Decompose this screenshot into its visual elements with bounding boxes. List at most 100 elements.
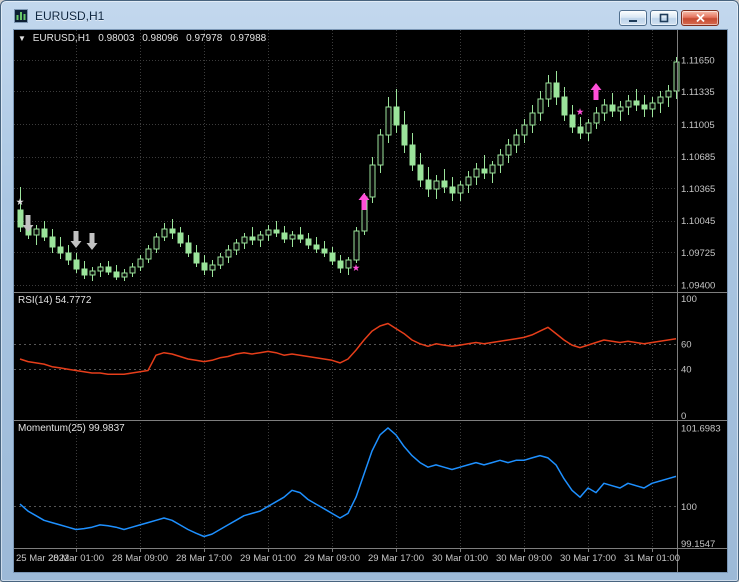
ohlc-high: 0.98096 <box>142 33 179 44</box>
ohlc-close: 0.97988 <box>230 33 267 44</box>
time-tick-label: 29 Mar 01:00 <box>240 553 296 564</box>
close-button[interactable] <box>681 10 719 26</box>
minimize-button[interactable] <box>619 10 647 26</box>
momentum-tick-label: 101.6983 <box>681 424 721 435</box>
candle-body <box>545 82 552 100</box>
minimize-icon <box>629 20 637 22</box>
maximize-button[interactable] <box>650 10 678 26</box>
candle-body <box>297 234 304 240</box>
chart-plot[interactable]: ★★★1.116501.113351.110051.106851.103651.… <box>14 30 727 572</box>
candle-body <box>633 100 640 106</box>
price-tick-label: 1.10685 <box>681 152 715 163</box>
candle-body <box>137 258 144 268</box>
rsi-tick-label: 40 <box>681 365 692 376</box>
momentum-tick-label: 100 <box>681 502 697 513</box>
candle-body <box>449 186 456 194</box>
candle-body <box>81 268 88 276</box>
candle-body <box>433 180 440 190</box>
candle-body <box>129 266 136 274</box>
price-tick-label: 1.10365 <box>681 184 715 195</box>
window-titlebar[interactable]: EURUSD,H1 <box>1 1 738 30</box>
candles-layer <box>17 57 680 281</box>
candle-body <box>33 228 40 236</box>
candle-body <box>665 90 672 98</box>
time-tick-label: 29 Mar 09:00 <box>304 553 360 564</box>
candle-body <box>265 229 272 236</box>
candle-body <box>401 124 408 146</box>
window-title: EURUSD,H1 <box>35 8 105 23</box>
candle-body <box>225 249 232 258</box>
momentum-tick-label: 99.1547 <box>681 539 715 550</box>
price-tick-label: 1.09725 <box>681 248 715 259</box>
time-tick-label: 30 Mar 01:00 <box>432 553 488 564</box>
candle-body <box>329 252 336 262</box>
buy-arrow-marker <box>358 193 370 210</box>
candle-body <box>257 234 264 241</box>
candle-body <box>529 112 536 126</box>
time-tick-label: 31 Mar 01:00 <box>624 553 680 564</box>
candle-body <box>193 252 200 264</box>
momentum-indicator-label: Momentum(25) 99.9837 <box>18 423 125 434</box>
ohlc-low: 0.97978 <box>186 33 223 44</box>
candle-body <box>505 144 512 156</box>
candle-body <box>489 164 496 174</box>
rsi-tick-label: 60 <box>681 339 692 350</box>
candle-body <box>97 266 104 272</box>
candle-body <box>521 124 528 136</box>
candle-body <box>337 260 344 269</box>
candle-body <box>441 180 448 188</box>
price-tick-label: 1.09400 <box>681 281 715 292</box>
rsi-line <box>19 322 677 376</box>
candle-body <box>385 106 392 136</box>
candle-body <box>89 270 96 276</box>
candle-body <box>17 209 24 228</box>
candle-body <box>593 112 600 124</box>
candle-body <box>153 236 160 250</box>
star-marker: ★ <box>576 107 585 118</box>
price-tick-label: 1.10045 <box>681 216 715 227</box>
time-tick-label: 30 Mar 17:00 <box>560 553 616 564</box>
candle-body <box>49 236 56 248</box>
rsi-tick-label: 0 <box>681 411 686 422</box>
time-tick-label: 28 Mar 01:00 <box>48 553 104 564</box>
candle-body <box>185 242 192 254</box>
star-marker: ★ <box>16 197 25 208</box>
candle-body <box>393 106 400 126</box>
collapse-triangle-icon[interactable]: ▼ <box>18 34 26 43</box>
chart-window-icon <box>14 8 28 23</box>
candle-body <box>465 176 472 186</box>
candle-body <box>57 246 64 254</box>
candle-body <box>561 96 568 116</box>
candle-body <box>121 272 128 278</box>
price-tick-label: 1.11005 <box>681 120 715 131</box>
price-tick-label: 1.11650 <box>681 56 715 67</box>
candle-body <box>321 248 328 254</box>
candle-body <box>473 168 480 178</box>
time-tick-label: 30 Mar 09:00 <box>496 553 552 564</box>
sell-arrow-marker <box>86 233 98 250</box>
star-marker: ★ <box>352 263 361 274</box>
rsi-tick-label: 100 <box>681 294 697 305</box>
candle-body <box>497 154 504 166</box>
candle-body <box>145 248 152 260</box>
candle-body <box>113 271 120 278</box>
chart-symbol-period: EURUSD,H1 <box>32 33 91 44</box>
candle-body <box>241 236 248 244</box>
candle-body <box>201 262 208 271</box>
sell-arrow-marker <box>70 231 82 248</box>
candle-body <box>569 114 576 128</box>
time-tick-label: 28 Mar 17:00 <box>176 553 232 564</box>
time-tick-label: 29 Mar 17:00 <box>368 553 424 564</box>
candle-body <box>289 234 296 240</box>
window-controls <box>619 10 719 26</box>
candle-body <box>345 259 352 269</box>
candle-body <box>369 164 376 198</box>
candle-body <box>41 228 48 238</box>
candle-body <box>513 134 520 146</box>
candle-body <box>409 144 416 166</box>
candle-body <box>625 100 632 108</box>
candle-body <box>209 264 216 271</box>
candle-body <box>65 252 72 261</box>
candle-body <box>481 168 488 174</box>
candle-body <box>305 238 312 246</box>
